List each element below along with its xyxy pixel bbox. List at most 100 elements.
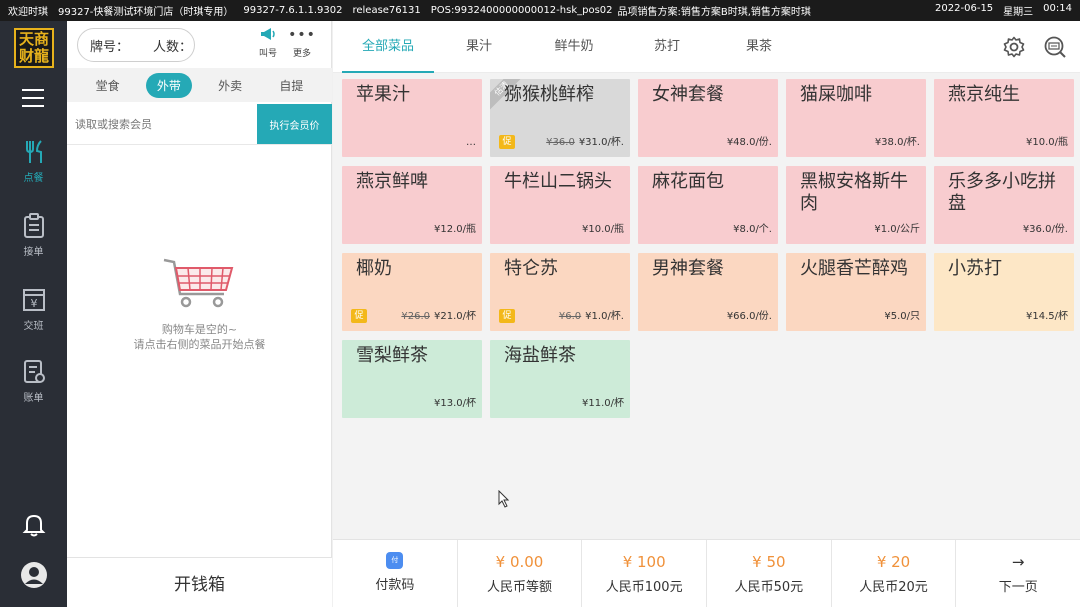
mode-dine-in[interactable]: 堂食 (85, 73, 131, 98)
nav-item-shift[interactable]: ¥ 交班 (0, 287, 67, 347)
more-button[interactable]: ••• 更多 (287, 27, 317, 59)
payment-label: 人民币100元 (605, 580, 683, 595)
dish-card[interactable]: 男神套餐 ¥66.0/份. (638, 253, 778, 331)
status-time: 00:14 (1043, 3, 1072, 14)
dish-card[interactable]: 麻花面包 ¥8.0/个. (638, 166, 778, 244)
nav-item-bills[interactable]: 账单 (0, 359, 67, 419)
megaphone-icon (253, 27, 283, 43)
dish-original-price: ¥26.0 (401, 311, 430, 322)
dish-name: 麻花面包 (652, 171, 724, 192)
next-page-button[interactable]: → 下一页 (956, 540, 1080, 607)
cart-header: 牌号： 人数： 叫号 ••• 更多 (67, 21, 332, 67)
call-number-button[interactable]: 叫号 (253, 27, 283, 59)
payment-20-button[interactable]: ¥ 20 人民币20元 (832, 540, 957, 607)
dish-price: ¥8.0/个. (733, 224, 772, 235)
nav-label-bills: 账单 (23, 393, 44, 404)
dish-card[interactable]: 燕京纯生 ¥10.0/瓶 (934, 79, 1074, 157)
nav-label-orders-received: 接单 (23, 247, 44, 258)
payment-amount: ¥ 50 (752, 553, 786, 571)
dining-mode-selector: 堂食 外带 外卖 自提 (67, 68, 332, 102)
dish-price-group: ¥36.0 ¥31.0/杯. (546, 133, 624, 148)
dish-card[interactable]: 乐多多小吃拼盘 ¥36.0/份. (934, 166, 1074, 244)
promo-badge: 促 (351, 309, 367, 323)
dish-name: 雪梨鲜茶 (356, 345, 428, 366)
svg-text:¥: ¥ (30, 297, 37, 310)
tab-soda[interactable]: 苏打 (631, 21, 703, 73)
user-avatar-icon[interactable] (20, 561, 48, 589)
dish-original-price: ¥36.0 (546, 137, 575, 148)
dish-name: 男神套餐 (652, 258, 724, 279)
dish-card[interactable]: 小苏打 ¥14.5/杯 (934, 253, 1074, 331)
dish-price: … (466, 137, 476, 148)
dish-card[interactable]: 黑椒安格斯牛肉 ¥1.0/公斤 (786, 166, 926, 244)
payment-label: 人民币20元 (859, 580, 928, 595)
tab-all-dishes[interactable]: 全部菜品 (342, 21, 434, 73)
dish-price: ¥10.0/瓶 (1026, 137, 1068, 148)
release-tag: release76131 (352, 5, 421, 16)
member-price-button[interactable]: 执行会员价 (257, 104, 332, 144)
dish-name: 猫屎咖啡 (800, 84, 872, 105)
dish-name: 牛栏山二锅头 (504, 171, 612, 192)
nav-item-order[interactable]: 点餐 (0, 139, 67, 199)
qr-pay-icon: 付 (386, 552, 404, 569)
tab-fresh-milk[interactable]: 鲜牛奶 (533, 21, 615, 73)
left-nav: 天商财龍 点餐 接单 ¥ 交班 账单 (0, 21, 67, 607)
table-info-pill[interactable]: 牌号： 人数： (77, 28, 195, 62)
arrow-right-icon: → (1011, 553, 1025, 571)
promo-badge: 促 (499, 135, 515, 149)
menu-area: 全部菜品 果汁 鲜牛奶 苏打 果茶 苹果汁 … 估清 猕猴桃鲜榨 促 ¥36.0… (333, 21, 1080, 607)
dish-card[interactable]: 苹果汁 … (342, 79, 482, 157)
payment-50-button[interactable]: ¥ 50 人民币50元 (707, 540, 832, 607)
payment-amount: ¥ 20 (876, 553, 911, 571)
dish-card[interactable]: 猫屎咖啡 ¥38.0/杯. (786, 79, 926, 157)
dish-price: ¥36.0/份. (1022, 224, 1068, 235)
dish-original-price: ¥6.0 (558, 311, 582, 322)
dish-card[interactable]: 特仑苏 促 ¥6.0 ¥1.0/杯. (490, 253, 630, 331)
nav-label-order: 点餐 (23, 173, 44, 184)
dish-card[interactable]: 海盐鲜茶 ¥11.0/杯 (490, 340, 630, 418)
dish-name: 燕京鲜啤 (356, 171, 428, 192)
cart-panel: 牌号： 人数： 叫号 ••• 更多 堂食 外带 外卖 自提 执行会员价 (67, 21, 332, 607)
dish-card[interactable]: 牛栏山二锅头 ¥10.0/瓶 (490, 166, 630, 244)
dish-name: 椰奶 (356, 258, 392, 279)
dish-card[interactable]: 燕京鲜啤 ¥12.0/瓶 (342, 166, 482, 244)
dish-price: ¥21.0/杯 (434, 311, 476, 322)
more-dots-icon: ••• (288, 27, 316, 43)
dish-card[interactable]: 雪梨鲜茶 ¥13.0/杯 (342, 340, 482, 418)
mode-delivery[interactable]: 外卖 (207, 73, 253, 98)
dish-card[interactable]: 椰奶 促 ¥26.0 ¥21.0/杯 (342, 253, 482, 331)
payment-amount: ¥ 0.00 (495, 553, 544, 571)
payment-exact-button[interactable]: ¥ 0.00 人民币等额 (458, 540, 583, 607)
payment-100-button[interactable]: ¥ 100 人民币100元 (582, 540, 708, 607)
call-number-label: 叫号 (258, 49, 277, 59)
payment-qr-button[interactable]: 付 付款码 (333, 540, 458, 607)
member-search-input[interactable] (75, 109, 253, 139)
bell-icon[interactable] (20, 511, 48, 539)
open-cashbox-button[interactable]: 开钱箱 (67, 557, 332, 607)
dish-name: 苹果汁 (356, 84, 410, 105)
keyboard-search-icon[interactable] (1044, 36, 1066, 58)
gear-icon[interactable] (1003, 36, 1025, 58)
logo-text: 天商财龍 (18, 30, 49, 65)
welcome-text: 欢迎时琪 (8, 7, 48, 18)
dish-name: 猕猴桃鲜榨 (504, 84, 594, 105)
mode-takeout[interactable]: 外带 (145, 72, 192, 98)
mode-pickup[interactable]: 自提 (268, 73, 314, 98)
dish-price: ¥5.0/只 (884, 311, 920, 322)
brand-logo: 天商财龍 (14, 28, 54, 68)
app-version: 99327-7.6.1.1.9302 (243, 5, 343, 16)
empty-cart-line2: 请点击右侧的菜品开始点餐 (133, 338, 266, 351)
dish-card[interactable]: 女神套餐 ¥48.0/份. (638, 79, 778, 157)
tab-juice[interactable]: 果汁 (443, 21, 515, 73)
dish-card[interactable]: 火腿香芒醉鸡 ¥5.0/只 (786, 253, 926, 331)
member-row: 执行会员价 (67, 103, 332, 145)
mouse-pointer-icon (498, 490, 510, 508)
payment-amount: ¥ 100 (622, 553, 666, 571)
nav-item-orders-received[interactable]: 接单 (0, 213, 67, 273)
dish-price: ¥48.0/份. (726, 137, 772, 148)
tab-fruit-tea[interactable]: 果茶 (723, 21, 795, 73)
more-label: 更多 (292, 49, 311, 59)
menu-icon[interactable] (22, 89, 44, 107)
dish-price: ¥13.0/杯 (434, 398, 476, 409)
dish-card[interactable]: 估清 猕猴桃鲜榨 促 ¥36.0 ¥31.0/杯. (490, 79, 630, 157)
